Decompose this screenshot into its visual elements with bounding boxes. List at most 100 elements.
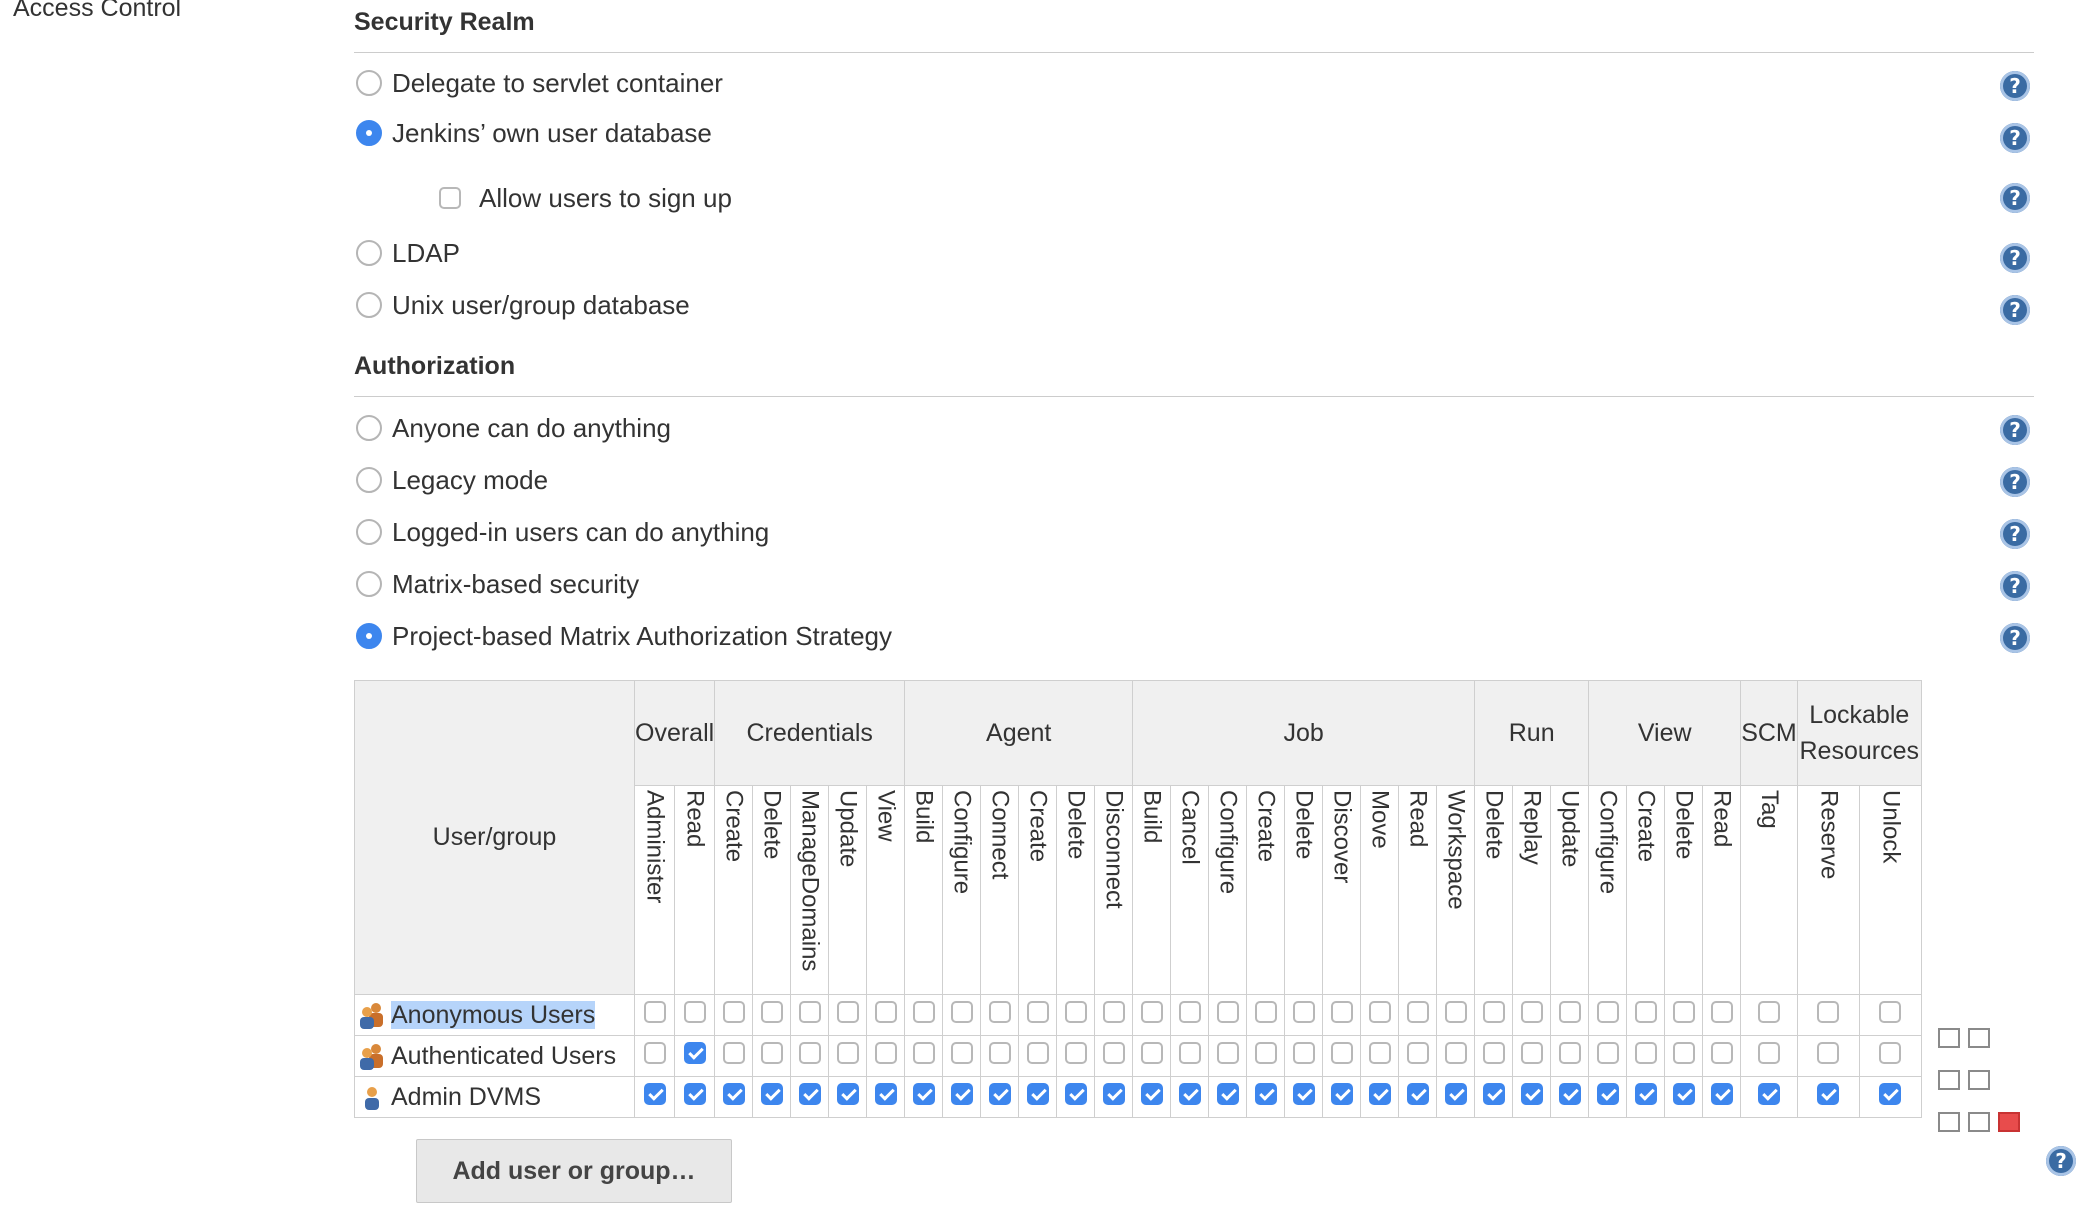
help-icon[interactable]: ? [2046, 1146, 2076, 1176]
select-all-icon[interactable] [1938, 1070, 1960, 1090]
permission-checkbox[interactable] [1292, 1082, 1315, 1105]
permission-checkbox[interactable] [798, 1041, 821, 1064]
help-icon[interactable]: ? [2000, 71, 2030, 101]
permission-checkbox[interactable] [912, 1041, 935, 1064]
permission-checkbox[interactable] [722, 1082, 745, 1105]
permission-checkbox[interactable] [1330, 1000, 1353, 1023]
permission-checkbox[interactable] [1178, 1000, 1201, 1023]
help-icon[interactable]: ? [2000, 571, 2030, 601]
permission-checkbox[interactable] [836, 1000, 859, 1023]
realm-option-jenkins-db[interactable]: Jenkins’ own user database [356, 117, 712, 149]
permission-checkbox[interactable] [1216, 1082, 1239, 1105]
permission-checkbox[interactable] [1710, 1082, 1733, 1105]
permission-checkbox[interactable] [1482, 1000, 1505, 1023]
permission-checkbox[interactable] [683, 1082, 706, 1105]
permission-checkbox[interactable] [1817, 1000, 1840, 1023]
permission-checkbox[interactable] [950, 1000, 973, 1023]
unselect-all-icon[interactable] [1968, 1070, 1990, 1090]
permission-checkbox[interactable] [950, 1041, 973, 1064]
radio-button[interactable] [356, 467, 382, 493]
permission-checkbox[interactable] [1817, 1041, 1840, 1064]
auth-option-matrix[interactable]: Matrix-based security [356, 568, 639, 600]
permission-checkbox[interactable] [1558, 1000, 1581, 1023]
permission-checkbox[interactable] [1254, 1000, 1277, 1023]
permission-checkbox[interactable] [1817, 1082, 1840, 1105]
permission-checkbox[interactable] [1520, 1000, 1543, 1023]
checkbox[interactable] [439, 187, 461, 209]
add-user-or-group-button[interactable]: Add user or group… [416, 1139, 732, 1203]
permission-checkbox[interactable] [1520, 1041, 1543, 1064]
permission-checkbox[interactable] [1064, 1000, 1087, 1023]
permission-checkbox[interactable] [798, 1000, 821, 1023]
permission-checkbox[interactable] [1140, 1000, 1163, 1023]
permission-checkbox[interactable] [1368, 1000, 1391, 1023]
realm-option-ldap[interactable]: LDAP [356, 237, 460, 269]
permission-checkbox[interactable] [1026, 1041, 1049, 1064]
permission-checkbox[interactable] [1140, 1082, 1163, 1105]
permission-checkbox[interactable] [1368, 1082, 1391, 1105]
radio-button-selected[interactable] [356, 120, 382, 146]
permission-checkbox[interactable] [798, 1082, 821, 1105]
permission-checkbox[interactable] [1757, 1000, 1780, 1023]
auth-option-legacy[interactable]: Legacy mode [356, 464, 548, 496]
permission-checkbox[interactable] [1064, 1041, 1087, 1064]
permission-checkbox[interactable] [1482, 1041, 1505, 1064]
permission-checkbox[interactable] [1757, 1041, 1780, 1064]
permission-checkbox[interactable] [1026, 1000, 1049, 1023]
radio-button-selected[interactable] [356, 623, 382, 649]
permission-checkbox[interactable] [1444, 1041, 1467, 1064]
permission-checkbox[interactable] [1102, 1000, 1125, 1023]
permission-checkbox[interactable] [722, 1000, 745, 1023]
help-icon[interactable]: ? [2000, 623, 2030, 653]
permission-checkbox[interactable] [1406, 1000, 1429, 1023]
permission-checkbox[interactable] [760, 1000, 783, 1023]
permission-checkbox[interactable] [1406, 1041, 1429, 1064]
select-all-icon[interactable] [1938, 1112, 1960, 1132]
permission-checkbox[interactable] [1140, 1041, 1163, 1064]
help-icon[interactable]: ? [2000, 183, 2030, 213]
permission-checkbox[interactable] [836, 1041, 859, 1064]
permission-checkbox[interactable] [1558, 1082, 1581, 1105]
permission-checkbox[interactable] [1368, 1041, 1391, 1064]
permission-checkbox[interactable] [1672, 1000, 1695, 1023]
permission-checkbox[interactable] [1520, 1082, 1543, 1105]
permission-checkbox[interactable] [643, 1041, 666, 1064]
help-icon[interactable]: ? [2000, 123, 2030, 153]
permission-checkbox[interactable] [1292, 1041, 1315, 1064]
permission-checkbox[interactable] [1634, 1082, 1657, 1105]
permission-checkbox[interactable] [1330, 1082, 1353, 1105]
radio-button[interactable] [356, 70, 382, 96]
permission-checkbox[interactable] [988, 1000, 1011, 1023]
permission-checkbox[interactable] [760, 1082, 783, 1105]
help-icon[interactable]: ? [2000, 295, 2030, 325]
permission-checkbox[interactable] [1330, 1041, 1353, 1064]
permission-checkbox[interactable] [874, 1082, 897, 1105]
permission-checkbox[interactable] [874, 1041, 897, 1064]
permission-checkbox[interactable] [1178, 1082, 1201, 1105]
permission-checkbox[interactable] [643, 1000, 666, 1023]
radio-button[interactable] [356, 415, 382, 441]
permission-checkbox[interactable] [1178, 1041, 1201, 1064]
permission-checkbox[interactable] [912, 1082, 935, 1105]
permission-checkbox[interactable] [643, 1082, 666, 1105]
permission-checkbox[interactable] [1634, 1041, 1657, 1064]
allow-signup-checkbox[interactable]: Allow users to sign up [439, 182, 732, 214]
permission-checkbox[interactable] [1026, 1082, 1049, 1105]
permission-checkbox[interactable] [836, 1082, 859, 1105]
select-all-icon[interactable] [1938, 1028, 1960, 1048]
permission-checkbox[interactable] [1710, 1000, 1733, 1023]
auth-option-logged-in[interactable]: Logged-in users can do anything [356, 516, 769, 548]
help-icon[interactable]: ? [2000, 243, 2030, 273]
permission-checkbox[interactable] [1216, 1041, 1239, 1064]
remove-icon[interactable] [1998, 1112, 2020, 1132]
permission-checkbox[interactable] [1406, 1082, 1429, 1105]
radio-button[interactable] [356, 292, 382, 318]
permission-checkbox[interactable] [1216, 1000, 1239, 1023]
permission-checkbox[interactable] [1254, 1082, 1277, 1105]
permission-checkbox[interactable] [988, 1041, 1011, 1064]
realm-option-servlet[interactable]: Delegate to servlet container [356, 67, 723, 99]
permission-checkbox[interactable] [760, 1041, 783, 1064]
permission-checkbox[interactable] [1634, 1000, 1657, 1023]
radio-button[interactable] [356, 519, 382, 545]
help-icon[interactable]: ? [2000, 467, 2030, 497]
